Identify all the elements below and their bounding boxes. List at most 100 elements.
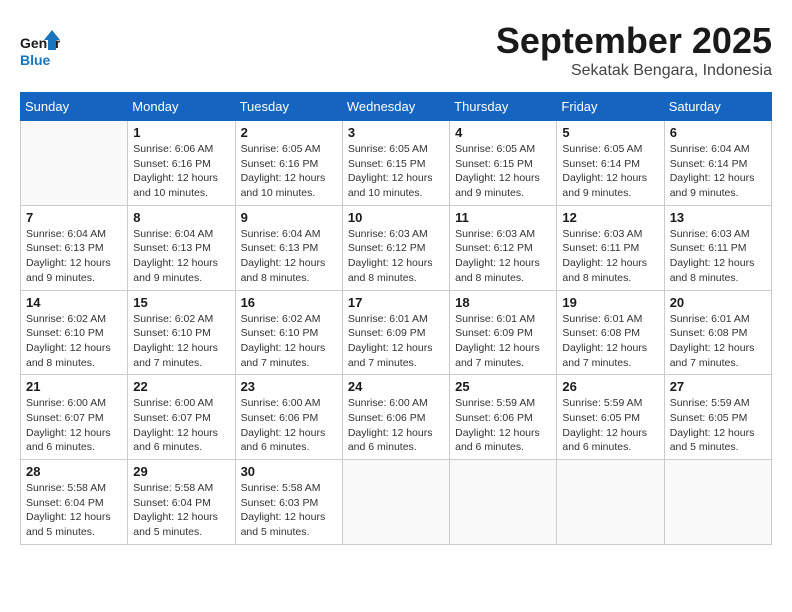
title-block: September 2025 Sekatak Bengara, Indonesi… [496,20,772,80]
day-info: Sunrise: 5:59 AM Sunset: 6:05 PM Dayligh… [562,396,658,455]
calendar-cell: 20 Sunrise: 6:01 AM Sunset: 6:08 PM Dayli… [664,290,771,375]
header-monday: Monday [128,93,235,121]
day-info: Sunrise: 6:00 AM Sunset: 6:06 PM Dayligh… [241,396,337,455]
day-number: 10 [348,210,444,225]
header-tuesday: Tuesday [235,93,342,121]
calendar-week-4: 21 Sunrise: 6:00 AM Sunset: 6:07 PM Dayli… [21,375,772,460]
calendar-week-2: 7 Sunrise: 6:04 AM Sunset: 6:13 PM Daylig… [21,205,772,290]
logo-svg: General Blue [20,30,60,74]
calendar-cell: 10 Sunrise: 6:03 AM Sunset: 6:12 PM Dayli… [342,205,449,290]
day-info: Sunrise: 5:59 AM Sunset: 6:06 PM Dayligh… [455,396,551,455]
day-number: 13 [670,210,766,225]
calendar-cell: 25 Sunrise: 5:59 AM Sunset: 6:06 PM Dayli… [450,375,557,460]
day-number: 14 [26,295,122,310]
day-number: 19 [562,295,658,310]
calendar-cell: 5 Sunrise: 6:05 AM Sunset: 6:14 PM Daylig… [557,121,664,206]
calendar-cell [557,460,664,545]
day-number: 6 [670,125,766,140]
calendar-header-row: SundayMondayTuesdayWednesdayThursdayFrid… [21,93,772,121]
day-info: Sunrise: 6:00 AM Sunset: 6:07 PM Dayligh… [26,396,122,455]
page-header: General Blue September 2025 Sekatak Beng… [20,20,772,80]
calendar-cell: 21 Sunrise: 6:00 AM Sunset: 6:07 PM Dayli… [21,375,128,460]
calendar-cell: 22 Sunrise: 6:00 AM Sunset: 6:07 PM Dayli… [128,375,235,460]
day-info: Sunrise: 6:04 AM Sunset: 6:13 PM Dayligh… [133,227,229,286]
calendar-week-5: 28 Sunrise: 5:58 AM Sunset: 6:04 PM Dayli… [21,460,772,545]
calendar-cell: 7Sunrise: 6:04 AM Sunset: 6:13 PM Daylig… [21,205,128,290]
day-info: Sunrise: 6:05 AM Sunset: 6:16 PM Dayligh… [241,142,337,201]
calendar-cell: 13 Sunrise: 6:03 AM Sunset: 6:11 PM Dayli… [664,205,771,290]
calendar-cell: 19 Sunrise: 6:01 AM Sunset: 6:08 PM Dayli… [557,290,664,375]
calendar-cell: 8 Sunrise: 6:04 AM Sunset: 6:13 PM Daylig… [128,205,235,290]
calendar-cell: 17Sunrise: 6:01 AM Sunset: 6:09 PM Dayli… [342,290,449,375]
day-number: 21 [26,379,122,394]
day-info: Sunrise: 6:04 AM Sunset: 6:14 PM Dayligh… [670,142,766,201]
calendar-cell: 12Sunrise: 6:03 AM Sunset: 6:11 PM Dayli… [557,205,664,290]
day-number: 25 [455,379,551,394]
calendar-cell: 29Sunrise: 5:58 AM Sunset: 6:04 PM Dayli… [128,460,235,545]
calendar-cell: 30Sunrise: 5:58 AM Sunset: 6:03 PM Dayli… [235,460,342,545]
day-info: Sunrise: 5:59 AM Sunset: 6:05 PM Dayligh… [670,396,766,455]
header-friday: Friday [557,93,664,121]
day-info: Sunrise: 6:02 AM Sunset: 6:10 PM Dayligh… [133,312,229,371]
calendar-cell: 28 Sunrise: 5:58 AM Sunset: 6:04 PM Dayli… [21,460,128,545]
calendar-cell: 14Sunrise: 6:02 AM Sunset: 6:10 PM Dayli… [21,290,128,375]
calendar-cell: 4 Sunrise: 6:05 AM Sunset: 6:15 PM Daylig… [450,121,557,206]
day-number: 20 [670,295,766,310]
day-info: Sunrise: 6:00 AM Sunset: 6:07 PM Dayligh… [133,396,229,455]
day-number: 2 [241,125,337,140]
calendar-cell [342,460,449,545]
calendar-week-1: 1 Sunrise: 6:06 AM Sunset: 6:16 PM Daylig… [21,121,772,206]
location-subtitle: Sekatak Bengara, Indonesia [496,62,772,80]
day-info: Sunrise: 6:01 AM Sunset: 6:09 PM Dayligh… [348,312,444,371]
day-info: Sunrise: 6:05 AM Sunset: 6:14 PM Dayligh… [562,142,658,201]
calendar-cell [21,121,128,206]
day-number: 26 [562,379,658,394]
day-number: 7 [26,210,122,225]
calendar-cell: 2 Sunrise: 6:05 AM Sunset: 6:16 PM Daylig… [235,121,342,206]
calendar-cell: 26 Sunrise: 5:59 AM Sunset: 6:05 PM Dayli… [557,375,664,460]
calendar-cell: 11 Sunrise: 6:03 AM Sunset: 6:12 PM Dayli… [450,205,557,290]
day-number: 8 [133,210,229,225]
day-info: Sunrise: 6:03 AM Sunset: 6:12 PM Dayligh… [455,227,551,286]
logo: General Blue [20,30,60,74]
calendar-cell: 3 Sunrise: 6:05 AM Sunset: 6:15 PM Daylig… [342,121,449,206]
day-info: Sunrise: 5:58 AM Sunset: 6:04 PM Dayligh… [133,481,229,540]
day-number: 24 [348,379,444,394]
month-title: September 2025 [496,20,772,62]
day-number: 16 [241,295,337,310]
day-number: 4 [455,125,551,140]
day-info: Sunrise: 6:05 AM Sunset: 6:15 PM Dayligh… [455,142,551,201]
day-info: Sunrise: 6:01 AM Sunset: 6:08 PM Dayligh… [562,312,658,371]
day-info: Sunrise: 6:03 AM Sunset: 6:12 PM Dayligh… [348,227,444,286]
day-number: 11 [455,210,551,225]
day-info: Sunrise: 6:00 AM Sunset: 6:06 PM Dayligh… [348,396,444,455]
day-info: Sunrise: 6:03 AM Sunset: 6:11 PM Dayligh… [562,227,658,286]
calendar-cell: 23 Sunrise: 6:00 AM Sunset: 6:06 PM Dayli… [235,375,342,460]
calendar-cell: 15 Sunrise: 6:02 AM Sunset: 6:10 PM Dayli… [128,290,235,375]
day-info: Sunrise: 6:03 AM Sunset: 6:11 PM Dayligh… [670,227,766,286]
calendar-week-3: 14 Sunrise: 6:02 AM Sunset: 6:10 PM Dayli… [21,290,772,375]
day-number: 3 [348,125,444,140]
day-info: Sunrise: 6:01 AM Sunset: 6:08 PM Dayligh… [670,312,766,371]
calendar-cell [450,460,557,545]
header-thursday: Thursday [450,93,557,121]
calendar-cell: 24 Sunrise: 6:00 AM Sunset: 6:06 PM Dayli… [342,375,449,460]
day-info: Sunrise: 6:05 AM Sunset: 6:15 PM Dayligh… [348,142,444,201]
calendar-table: SundayMondayTuesdayWednesdayThursdayFrid… [20,92,772,545]
day-number: 28 [26,464,122,479]
day-number: 9 [241,210,337,225]
calendar-cell [664,460,771,545]
day-number: 18 [455,295,551,310]
day-number: 30 [241,464,337,479]
day-number: 22 [133,379,229,394]
day-number: 15 [133,295,229,310]
day-info: Sunrise: 6:01 AM Sunset: 6:09 PM Dayligh… [455,312,551,371]
calendar-cell: 6 Sunrise: 6:04 AM Sunset: 6:14 PM Daylig… [664,121,771,206]
calendar-cell: 1 Sunrise: 6:06 AM Sunset: 6:16 PM Daylig… [128,121,235,206]
day-number: 23 [241,379,337,394]
day-info: Sunrise: 5:58 AM Sunset: 6:04 PM Dayligh… [26,481,122,540]
day-number: 5 [562,125,658,140]
day-info: Sunrise: 6:06 AM Sunset: 6:16 PM Dayligh… [133,142,229,201]
day-number: 1 [133,125,229,140]
header-sunday: Sunday [21,93,128,121]
